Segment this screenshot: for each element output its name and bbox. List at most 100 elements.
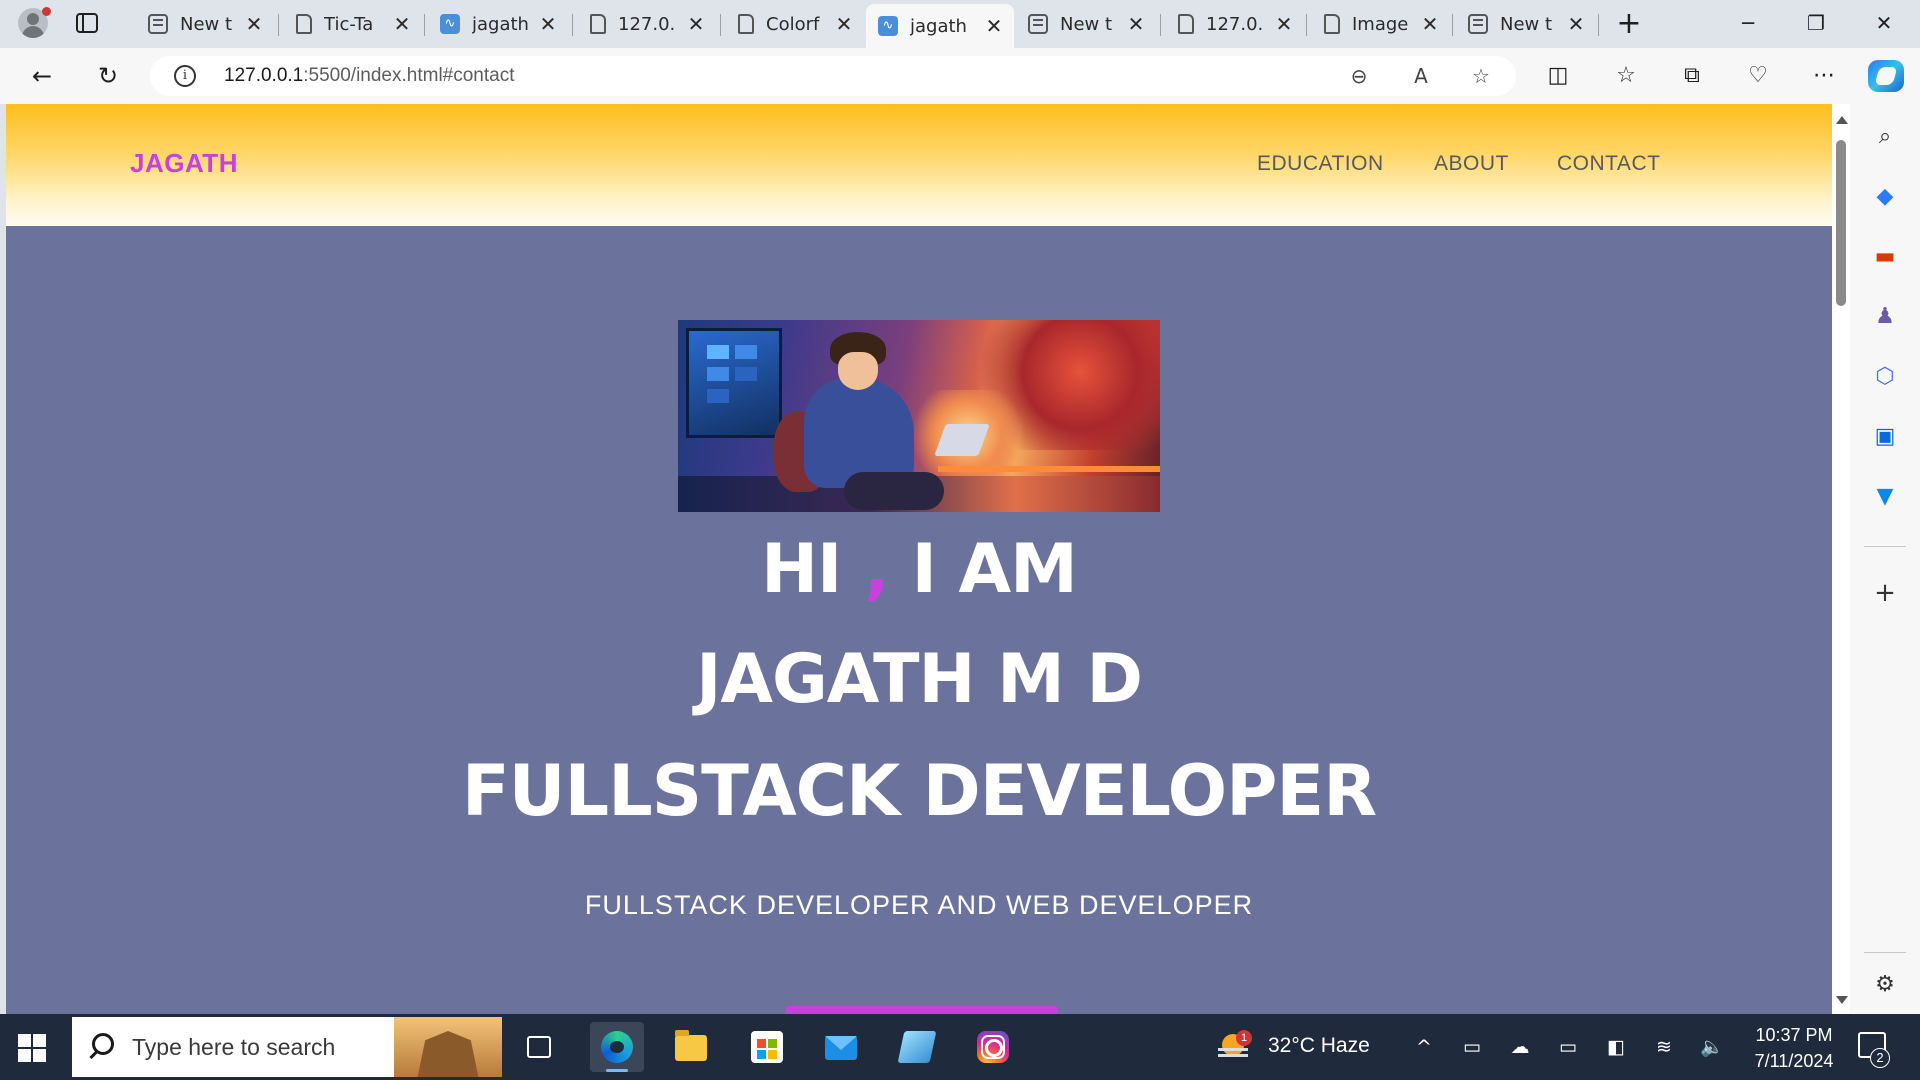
tab-separator xyxy=(1160,14,1161,36)
browser-tab[interactable]: New t ✕ xyxy=(1456,6,1596,42)
windows-start-icon[interactable] xyxy=(18,1034,46,1062)
favorites-icon[interactable]: ☆ xyxy=(1608,58,1644,94)
browser-tab[interactable]: 127.0. ✕ xyxy=(576,6,716,42)
tab-title: Tic-Ta xyxy=(324,13,374,35)
browser-tab-active[interactable]: ∿ jagath ✕ xyxy=(866,4,1014,48)
tab-actions-icon[interactable] xyxy=(76,13,98,33)
more-options-icon[interactable]: ⋯ xyxy=(1806,58,1842,94)
page-scrollbar[interactable] xyxy=(1832,104,1850,1014)
browser-tab[interactable]: 127.0. ✕ xyxy=(1164,6,1304,42)
onedrive-icon[interactable]: ☁ xyxy=(1506,1034,1534,1060)
site-favicon: ∿ xyxy=(440,14,460,34)
site-header: JAGATH EDUCATION ABOUT CONTACT xyxy=(6,104,1832,226)
tab-separator xyxy=(424,14,425,36)
scroll-up-icon[interactable] xyxy=(1836,116,1848,124)
close-icon[interactable]: ✕ xyxy=(392,12,412,36)
tab-strip: New t ✕ Tic-Ta ✕ ∿ jagath ✕ 127.0. ✕ Col… xyxy=(0,0,1920,48)
browser-tab[interactable]: New t ✕ xyxy=(136,6,274,42)
microsoft-365-icon[interactable]: ⬡ xyxy=(1870,362,1900,392)
browser-tab[interactable]: Image ✕ xyxy=(1310,6,1450,42)
task-view-icon xyxy=(527,1036,551,1058)
taskbar-edge[interactable] xyxy=(590,1022,644,1072)
taskbar-mail[interactable] xyxy=(814,1022,868,1072)
drop-icon[interactable]: ▼ xyxy=(1870,482,1900,512)
battery-icon[interactable]: ▭ xyxy=(1554,1034,1582,1060)
screen-icon[interactable]: ◧ xyxy=(1602,1034,1630,1060)
volume-icon[interactable]: 🔈 xyxy=(1698,1034,1726,1060)
wifi-icon[interactable]: ≋ xyxy=(1650,1034,1678,1060)
hero-name: JAGATH M D xyxy=(696,640,1143,719)
close-icon[interactable]: ✕ xyxy=(244,12,264,36)
close-icon[interactable]: ✕ xyxy=(984,14,1004,38)
weather-text[interactable]: 32°C Haze xyxy=(1268,1034,1370,1058)
site-favicon: ∿ xyxy=(878,16,898,36)
page-icon xyxy=(738,14,754,34)
taskbar-notes[interactable] xyxy=(890,1022,944,1072)
zoom-out-icon[interactable]: ⊖ xyxy=(1344,62,1374,90)
restore-icon[interactable]: ❐ xyxy=(1782,0,1850,46)
task-view-button[interactable] xyxy=(512,1022,566,1072)
minimize-icon[interactable]: ─ xyxy=(1714,0,1782,46)
url-path: :5500/index.html#contact xyxy=(303,65,515,86)
back-icon[interactable]: ← xyxy=(24,58,60,94)
scroll-down-icon[interactable] xyxy=(1836,996,1848,1004)
tab-separator xyxy=(1452,14,1453,36)
meet-now-icon[interactable]: ▭ xyxy=(1458,1034,1486,1060)
taskbar-instagram[interactable] xyxy=(966,1022,1020,1072)
taskbar-clock[interactable]: 10:37 PM 7/11/2024 xyxy=(1742,1022,1846,1074)
nav-education[interactable]: EDUCATION xyxy=(1257,152,1384,176)
browser-tab[interactable]: ∿ jagath ✕ xyxy=(428,6,568,42)
close-icon[interactable]: ✕ xyxy=(834,12,854,36)
new-tab-button[interactable]: + xyxy=(1614,6,1644,42)
copilot-icon[interactable] xyxy=(1868,60,1904,92)
outlook-icon[interactable]: ▣ xyxy=(1870,422,1900,452)
tab-title: 127.0. xyxy=(618,13,676,35)
split-screen-icon[interactable]: ◫ xyxy=(1540,58,1576,94)
profile-notification-dot xyxy=(42,7,51,16)
close-icon[interactable]: ✕ xyxy=(686,12,706,36)
tab-title: New t xyxy=(1060,13,1113,35)
close-icon[interactable]: ✕ xyxy=(1274,12,1294,36)
browser-tab[interactable]: Tic-Ta ✕ xyxy=(282,6,422,42)
favorite-star-icon[interactable]: ☆ xyxy=(1466,62,1496,90)
close-icon[interactable]: ✕ xyxy=(1420,12,1440,36)
new-tab-page-icon xyxy=(148,14,168,34)
store-icon xyxy=(751,1031,783,1063)
close-window-icon[interactable]: ✕ xyxy=(1850,0,1918,46)
weather-alert-badge: 1 xyxy=(1236,1030,1252,1046)
collections-icon[interactable]: ⧉ xyxy=(1674,58,1710,94)
show-hidden-icons-icon[interactable]: ^ xyxy=(1410,1034,1438,1060)
hero-button[interactable] xyxy=(786,1006,1058,1014)
folder-icon xyxy=(675,1030,707,1061)
read-aloud-icon[interactable]: A xyxy=(1406,62,1436,90)
tab-title: Colorf xyxy=(766,13,820,35)
shopping-tag-icon[interactable]: ◆ xyxy=(1870,182,1900,212)
add-icon[interactable]: + xyxy=(1870,578,1900,608)
tab-title: Image xyxy=(1352,13,1409,35)
page-icon xyxy=(296,14,312,34)
notes-app-icon xyxy=(897,1031,937,1063)
taskbar-store[interactable] xyxy=(740,1022,794,1072)
site-info-icon[interactable]: i xyxy=(174,65,196,87)
settings-gear-icon[interactable]: ⚙ xyxy=(1870,970,1900,1000)
games-icon[interactable]: ♟ xyxy=(1870,302,1900,332)
taskbar-search[interactable]: Type here to search xyxy=(72,1017,502,1077)
address-url[interactable]: 127.0.0.1:5500/index.html#contact xyxy=(224,65,515,87)
scrollbar-thumb[interactable] xyxy=(1836,140,1846,306)
address-bar[interactable]: i 127.0.0.1:5500/index.html#contact ⊖ A … xyxy=(150,56,1516,96)
refresh-icon[interactable]: ↻ xyxy=(90,58,126,94)
close-icon[interactable]: ✕ xyxy=(1566,12,1586,36)
close-icon[interactable]: ✕ xyxy=(1126,12,1146,36)
browser-tab[interactable]: New t ✕ xyxy=(1016,6,1156,42)
search-icon xyxy=(92,1033,114,1055)
nav-about[interactable]: ABOUT xyxy=(1434,152,1509,176)
nav-contact[interactable]: CONTACT xyxy=(1557,152,1660,176)
taskbar-file-explorer[interactable] xyxy=(664,1022,718,1072)
tab-title: New t xyxy=(1500,13,1553,35)
close-icon[interactable]: ✕ xyxy=(538,12,558,36)
site-logo[interactable]: JAGATH xyxy=(130,148,238,179)
browser-tab[interactable]: Colorf ✕ xyxy=(724,6,864,42)
search-icon[interactable]: ⌕ xyxy=(1870,122,1900,152)
browser-essentials-icon[interactable]: ♡ xyxy=(1740,58,1776,94)
tools-icon[interactable]: ▬ xyxy=(1870,242,1900,272)
